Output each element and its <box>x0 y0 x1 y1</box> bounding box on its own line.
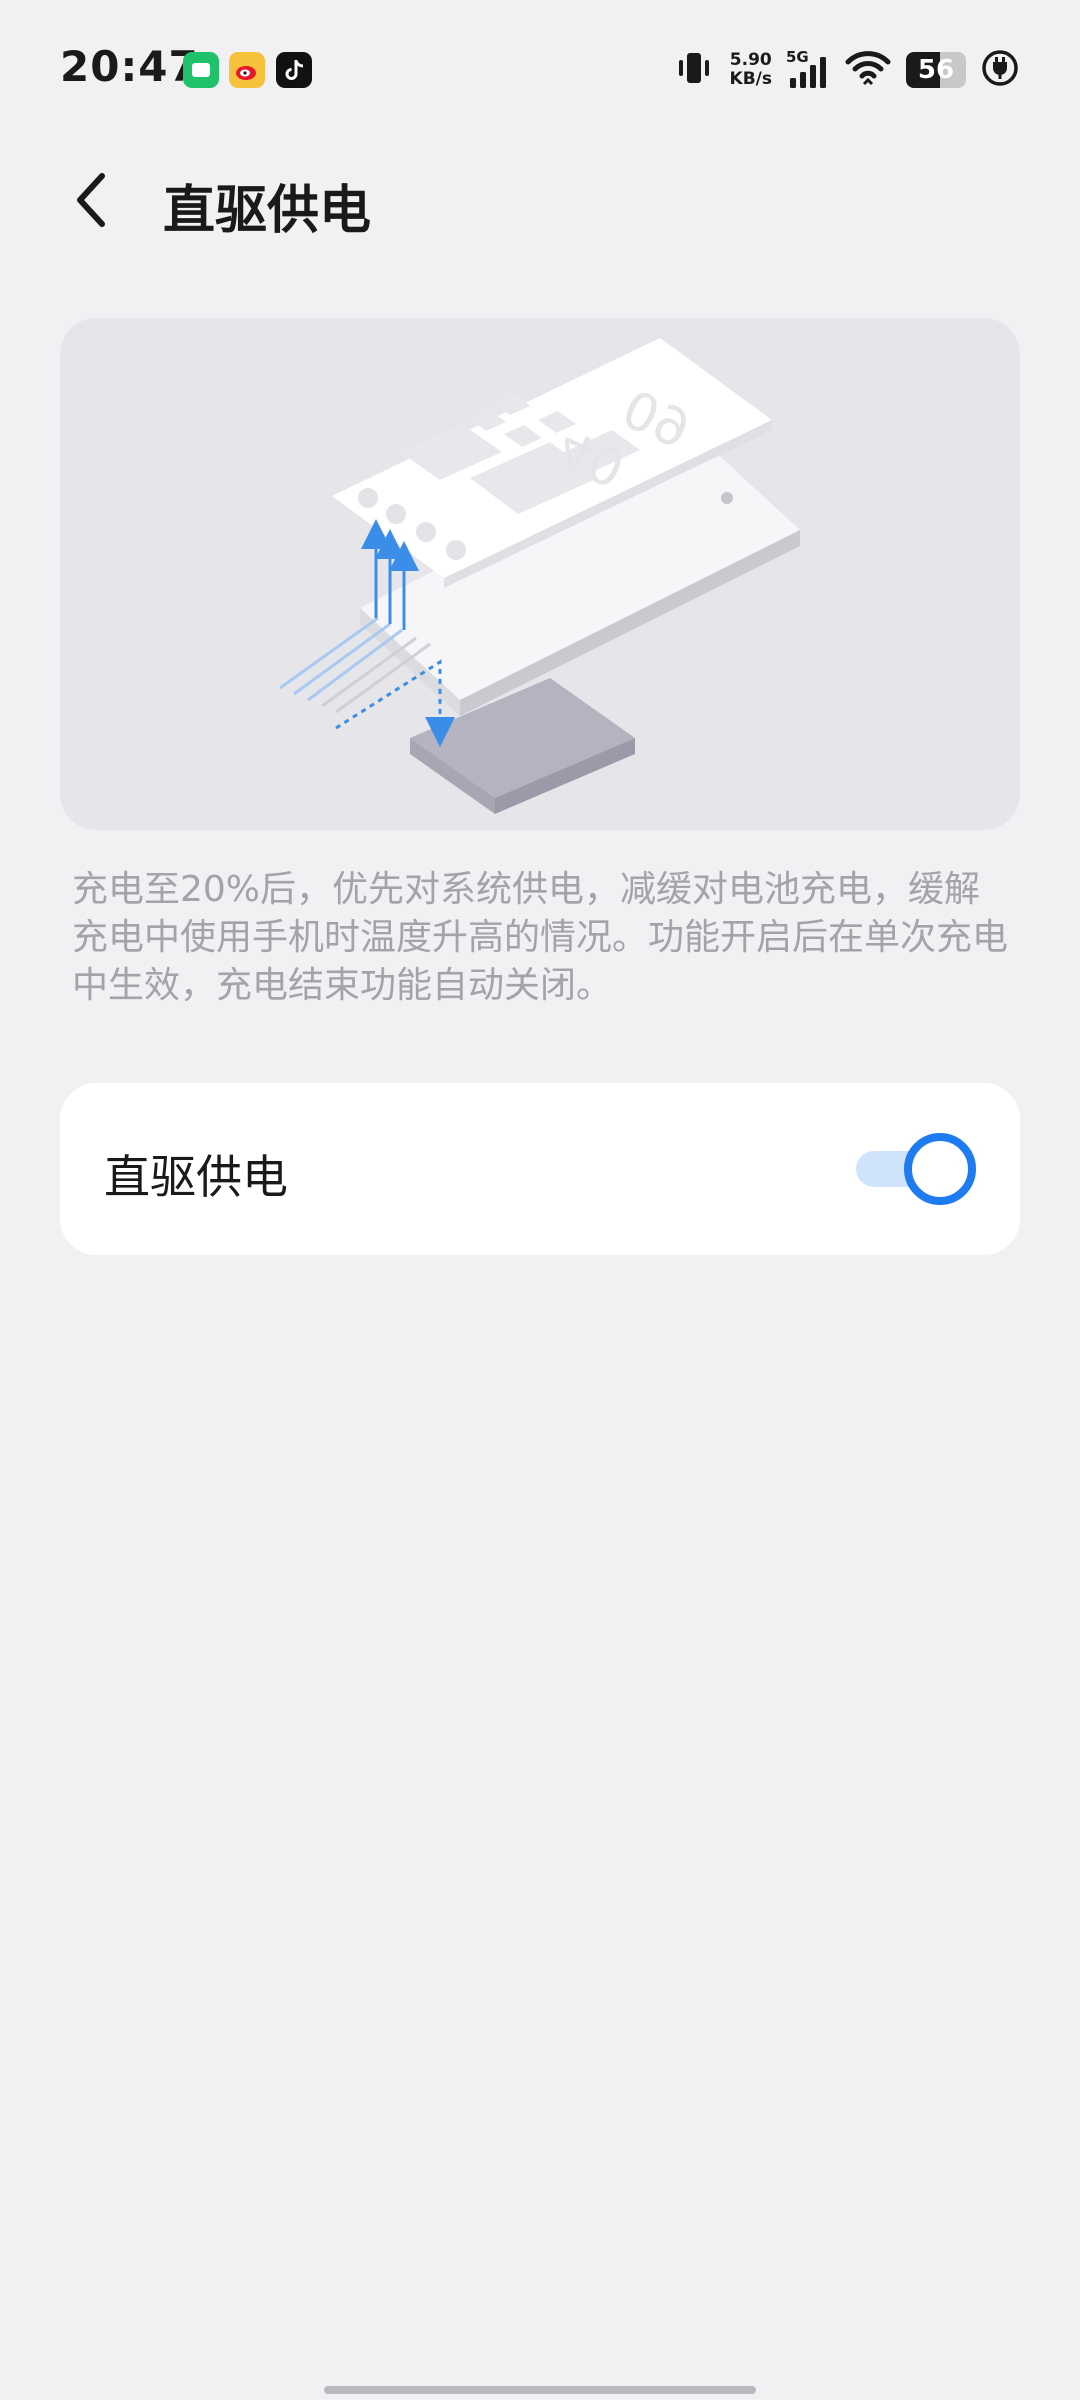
status-bar: 20:47 5.90 KB/s 5G 56 <box>0 0 1080 140</box>
network-speed: 5.90 KB/s <box>730 51 772 89</box>
page-title: 直驱供电 <box>163 181 372 241</box>
network-speed-unit: KB/s <box>729 69 772 89</box>
weibo-icon <box>229 52 265 88</box>
status-time: 20:47 <box>60 42 199 91</box>
feature-description: 充电至20%后，优先对系统供电，减缓对电池充电，缓解充电中使用手机时温度升高的情… <box>72 869 1009 1006</box>
home-indicator[interactable] <box>324 2386 756 2394</box>
status-indicators: 5.90 KB/s 5G 56 <box>672 46 1020 94</box>
network-speed-value: 5.90 <box>729 50 772 70</box>
setting-label: 直驱供电 <box>104 1150 288 1204</box>
back-button[interactable] <box>56 164 128 236</box>
wifi-icon <box>844 46 892 94</box>
charging-plug-icon <box>980 48 1020 92</box>
battery-icon: 56 <box>906 52 966 88</box>
power-to-battery-arrow <box>335 659 455 747</box>
direct-power-toggle[interactable] <box>856 1133 980 1205</box>
direct-power-setting-row[interactable]: 直驱供电 <box>60 1083 1020 1255</box>
battery-level: 56 <box>917 55 955 85</box>
toggle-knob <box>904 1133 976 1205</box>
chat-app-icon <box>183 52 219 88</box>
tiktok-icon <box>276 52 312 88</box>
cellular-signal-icon: 5G <box>786 48 830 92</box>
chevron-left-icon <box>77 173 105 227</box>
feature-illustration: 09 40 <box>60 318 1020 830</box>
page-header: 直驱供电 <box>0 140 1080 260</box>
vibrate-icon <box>672 46 716 94</box>
